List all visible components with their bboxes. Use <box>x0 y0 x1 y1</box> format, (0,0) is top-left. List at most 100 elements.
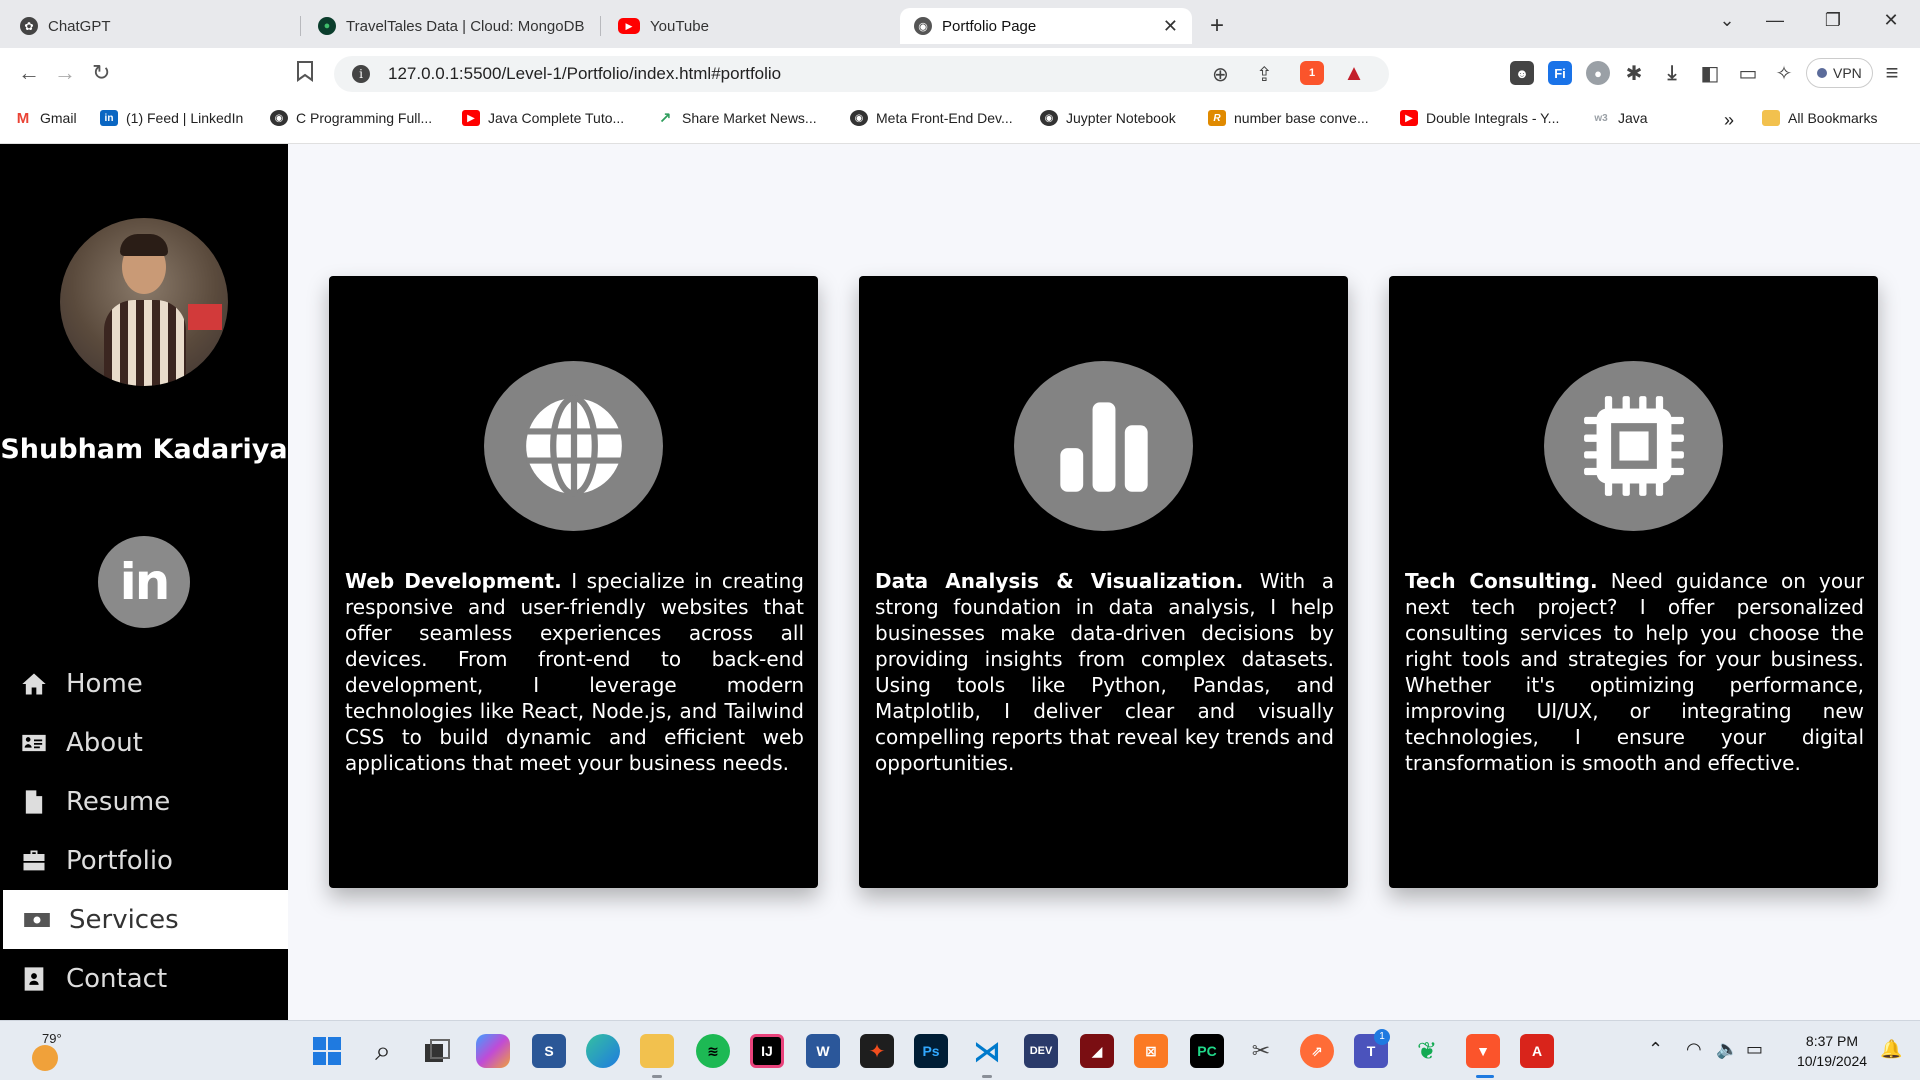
edge-icon[interactable] <box>586 1034 620 1068</box>
brave-rewards-icon[interactable]: ▲ <box>1342 60 1366 85</box>
sidebar-toggle-icon[interactable]: ◧ <box>1698 61 1722 85</box>
bookmark-java-tutorial[interactable]: ▶ Java Complete Tuto... <box>462 110 624 126</box>
service-description: Data Analysis & Visualization. With a st… <box>875 568 1334 776</box>
service-title: Data Analysis & Visualization. <box>875 569 1244 593</box>
file-explorer-icon[interactable] <box>640 1034 674 1068</box>
brave-shields-icon[interactable]: 1 <box>1300 61 1324 85</box>
extension-fi-icon[interactable]: Fi <box>1548 61 1572 85</box>
dev-c-icon[interactable]: DEV <box>1024 1034 1058 1068</box>
vscode-icon[interactable]: ⋊ <box>970 1034 1004 1068</box>
extensions-icon[interactable]: ✱ <box>1622 61 1646 85</box>
menu-icon[interactable]: ≡ <box>1880 60 1904 85</box>
system-clock[interactable]: 8:37 PM 10/19/2024 <box>1782 1031 1882 1071</box>
wallet-icon[interactable]: ▭ <box>1736 61 1760 85</box>
globe-icon: ◉ <box>850 110 868 126</box>
extension-robot-icon[interactable]: ☻ <box>1510 61 1534 85</box>
brave-icon[interactable]: ▼ <box>1466 1034 1500 1068</box>
battery-icon[interactable]: ▭ <box>1746 1039 1763 1060</box>
youtube-icon: ▶ <box>1400 110 1418 126</box>
linkedin-icon[interactable]: in <box>98 536 190 628</box>
vpn-button[interactable]: VPN <box>1806 58 1873 88</box>
mongodb-compass-icon[interactable]: ❦ <box>1410 1034 1444 1068</box>
url-text[interactable]: 127.0.0.1:5500/Level-1/Portfolio/index.h… <box>388 64 781 84</box>
nav-item-services[interactable]: Services <box>3 890 288 949</box>
reload-button[interactable]: ↻ <box>92 60 110 86</box>
tab-chatgpt[interactable]: ✿ ChatGPT <box>6 8 296 44</box>
w3schools-icon: w3 <box>1594 112 1608 124</box>
bookmark-icon[interactable] <box>296 60 314 88</box>
site-info-icon[interactable]: i <box>352 65 370 83</box>
tab-youtube[interactable]: ▶ YouTube <box>604 8 894 44</box>
nav-item-home[interactable]: Home <box>0 654 288 713</box>
leo-ai-icon[interactable]: ✧ <box>1772 61 1796 85</box>
back-button[interactable]: ← <box>18 60 40 86</box>
postman-icon[interactable]: ⇗ <box>1300 1034 1334 1068</box>
bookmark-share-market[interactable]: ↗ Share Market News... <box>656 110 817 127</box>
bookmark-jupyter[interactable]: ◉ Juypter Notebook <box>1040 110 1176 126</box>
address-bar[interactable]: i 127.0.0.1:5500/Level-1/Portfolio/index… <box>334 56 1389 92</box>
adobe-reader-icon[interactable]: A <box>1520 1034 1554 1068</box>
copilot-icon[interactable] <box>476 1034 510 1068</box>
share-icon[interactable]: ⇪ <box>1256 62 1273 87</box>
word-icon[interactable]: W <box>806 1034 840 1068</box>
nav-item-portfolio[interactable]: Portfolio <box>0 831 288 890</box>
chevron-up-icon[interactable]: ⌃ <box>1648 1039 1663 1060</box>
weather-widget[interactable]: 79° <box>28 1031 68 1071</box>
nav-item-about[interactable]: About <box>0 713 288 772</box>
zoom-icon[interactable]: ⊕ <box>1212 62 1229 87</box>
wifi-icon[interactable]: ◠ <box>1686 1039 1702 1060</box>
new-tab-button[interactable]: + <box>1210 12 1224 40</box>
volume-icon[interactable]: 🔈 <box>1716 1039 1738 1060</box>
notification-bell-icon[interactable]: 🔔 <box>1880 1039 1902 1060</box>
bookmark-all-bookmarks[interactable]: All Bookmarks <box>1762 110 1877 126</box>
task-view-icon[interactable] <box>420 1034 454 1068</box>
tab-title: YouTube <box>650 17 709 35</box>
service-body: Need guidance on your next tech project?… <box>1405 569 1864 775</box>
chatgpt-icon: ✿ <box>20 17 38 35</box>
minimize-button[interactable]: — <box>1752 10 1798 31</box>
nav-item-label: Services <box>69 904 179 935</box>
bookmark-meta-frontend[interactable]: ◉ Meta Front-End Dev... <box>850 110 1013 126</box>
windows-start-icon[interactable] <box>310 1034 344 1068</box>
extension-circle-icon[interactable]: ● <box>1586 61 1610 85</box>
restore-button[interactable]: ❐ <box>1810 10 1856 31</box>
bookmark-label: (1) Feed | LinkedIn <box>126 110 244 126</box>
close-window-button[interactable]: ✕ <box>1868 10 1914 31</box>
bookmark-double-integrals[interactable]: ▶ Double Integrals - Y... <box>1400 110 1559 126</box>
bookmark-label: Java Complete Tuto... <box>488 110 625 126</box>
vpn-label: VPN <box>1833 65 1862 81</box>
service-card-data-analysis: Data Analysis & Visualization. With a st… <box>859 276 1348 888</box>
clock-time: 8:37 PM <box>1805 1033 1859 1049</box>
bookmarks-overflow-icon[interactable]: » <box>1724 110 1734 131</box>
id-card-icon <box>22 734 46 751</box>
tab-search-button[interactable]: ⌄ <box>1704 10 1750 31</box>
forward-button[interactable]: → <box>54 60 76 86</box>
intellij-icon[interactable]: IJ <box>750 1034 784 1068</box>
search-icon[interactable]: ⌕ <box>366 1034 400 1068</box>
bookmark-gmail[interactable]: M Gmail <box>14 110 77 127</box>
sql-developer-icon[interactable]: S <box>532 1034 566 1068</box>
spotify-icon[interactable]: ≋ <box>696 1034 730 1068</box>
nav-item-resume[interactable]: Resume <box>0 772 288 831</box>
nav-item-contact[interactable]: Contact <box>0 949 288 1008</box>
bookmark-linkedin[interactable]: in (1) Feed | LinkedIn <box>100 110 243 126</box>
folder-icon <box>1762 110 1780 126</box>
download-icon[interactable]: ⤓ <box>1660 61 1684 85</box>
bookmark-java[interactable]: w3 Java <box>1592 110 1647 126</box>
bookmark-c-programming[interactable]: ◉ C Programming Full... <box>270 110 432 126</box>
close-icon[interactable]: ✕ <box>1163 16 1178 37</box>
xampp-icon[interactable]: ⊠ <box>1134 1034 1168 1068</box>
snipping-tool-icon[interactable]: ✂ <box>1244 1034 1278 1068</box>
bookmark-label: Double Integrals - Y... <box>1426 110 1560 126</box>
linkedin-label: in <box>119 553 171 611</box>
tab-divider <box>300 16 301 36</box>
tab-mongodb[interactable]: ● TravelTales Data | Cloud: MongoDB <box>304 8 600 44</box>
figma-icon[interactable]: ✦ <box>860 1034 894 1068</box>
oracle-icon[interactable]: ◢ <box>1080 1034 1114 1068</box>
bookmark-number-base[interactable]: R number base conve... <box>1208 110 1369 126</box>
bar-chart-icon <box>1014 361 1193 531</box>
tab-portfolio-page[interactable]: ◉ Portfolio Page ✕ <box>900 8 1192 44</box>
pycharm-icon[interactable]: PC <box>1190 1034 1224 1068</box>
nav-item-label: Contact <box>66 963 168 994</box>
photoshop-icon[interactable]: Ps <box>914 1034 948 1068</box>
